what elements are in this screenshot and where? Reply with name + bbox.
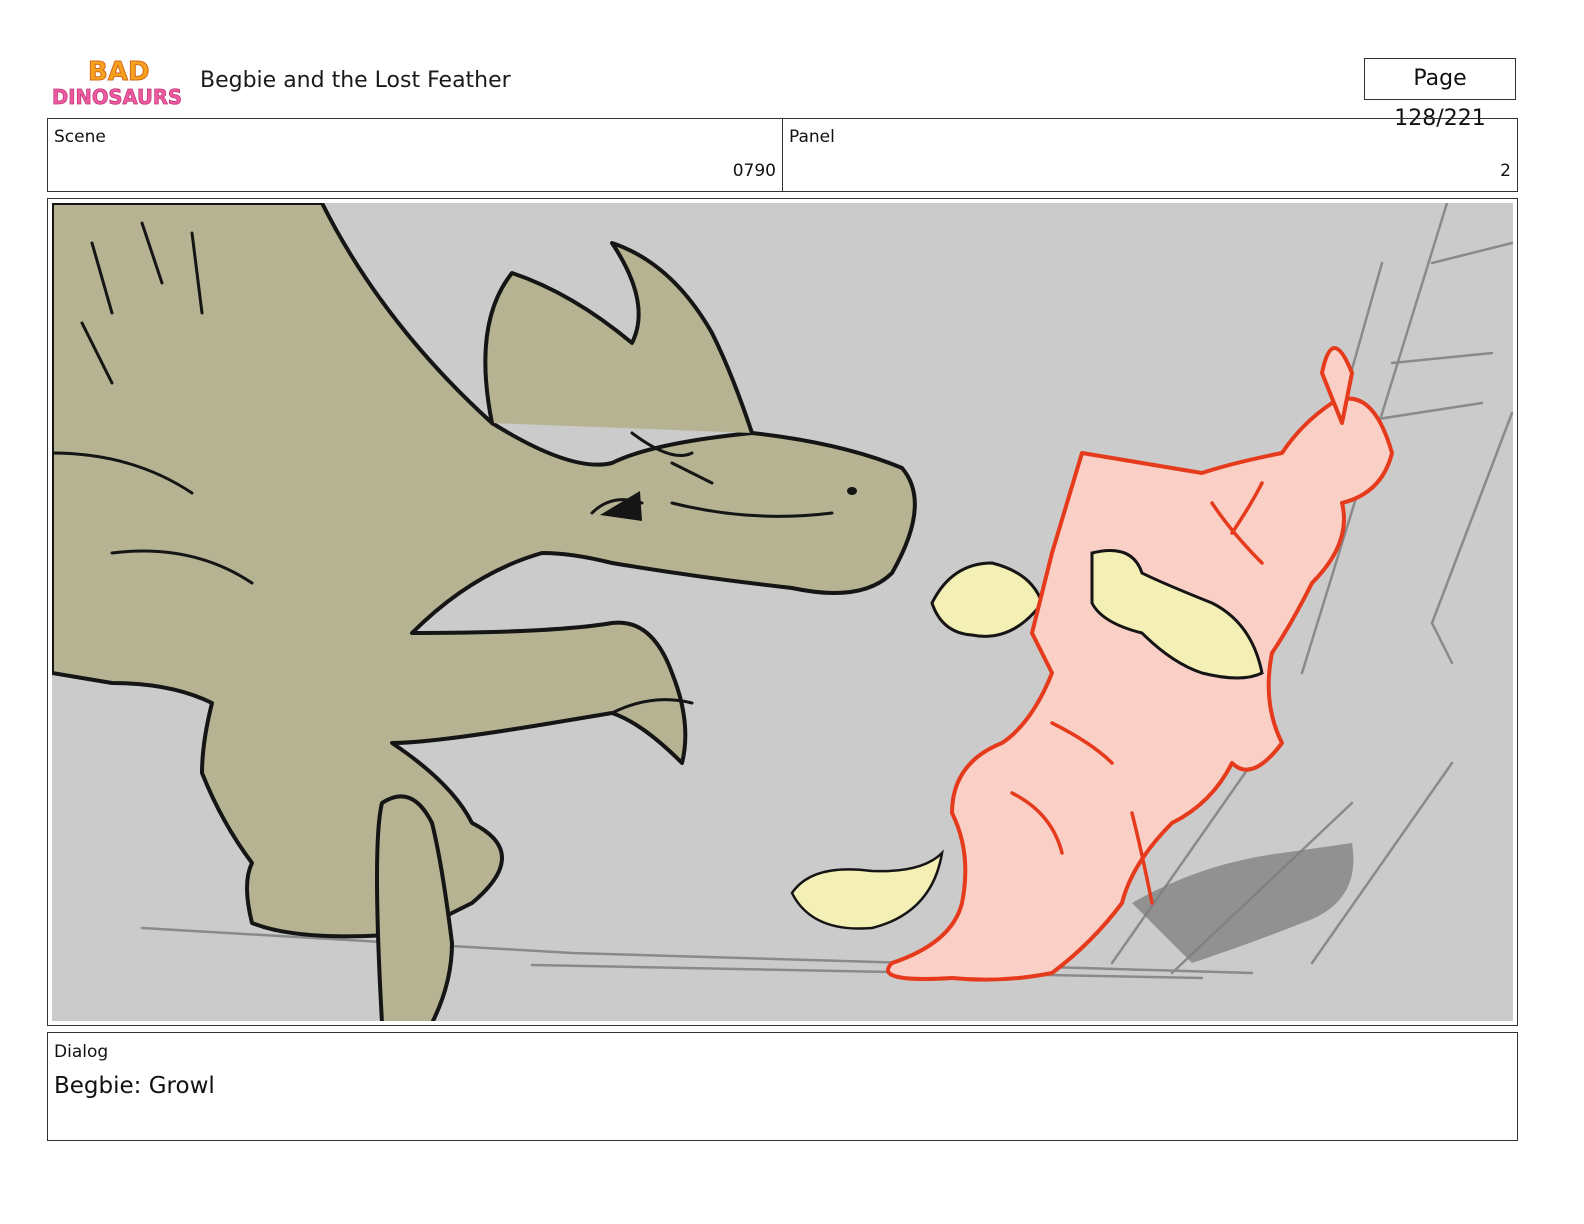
dialog-box: Dialog Begbie: Growl — [47, 1032, 1518, 1141]
page-number: Page 128/221 — [1364, 58, 1516, 131]
svg-text:BAD: BAD — [88, 57, 150, 87]
scene-cell: Scene 0790 — [48, 119, 782, 191]
storyboard-panel-frame — [47, 198, 1518, 1026]
panel-cell: Panel 2 — [782, 119, 1517, 191]
panel-value: 2 — [1500, 161, 1511, 181]
svg-text:DINOSAURS: DINOSAURS — [52, 85, 182, 109]
scene-label: Scene — [54, 127, 106, 147]
scene-panel-row: Scene 0790 Panel 2 — [47, 118, 1518, 192]
bad-dinosaurs-logo: BAD DINOSAURS — [52, 52, 184, 112]
dialog-label: Dialog — [54, 1042, 109, 1062]
scene-value: 0790 — [732, 161, 776, 181]
dialog-text: Begbie: Growl — [54, 1073, 215, 1099]
document-title: Begbie and the Lost Feather — [200, 68, 511, 93]
storyboard-sketch-image — [52, 203, 1513, 1021]
panel-label: Panel — [789, 127, 835, 147]
